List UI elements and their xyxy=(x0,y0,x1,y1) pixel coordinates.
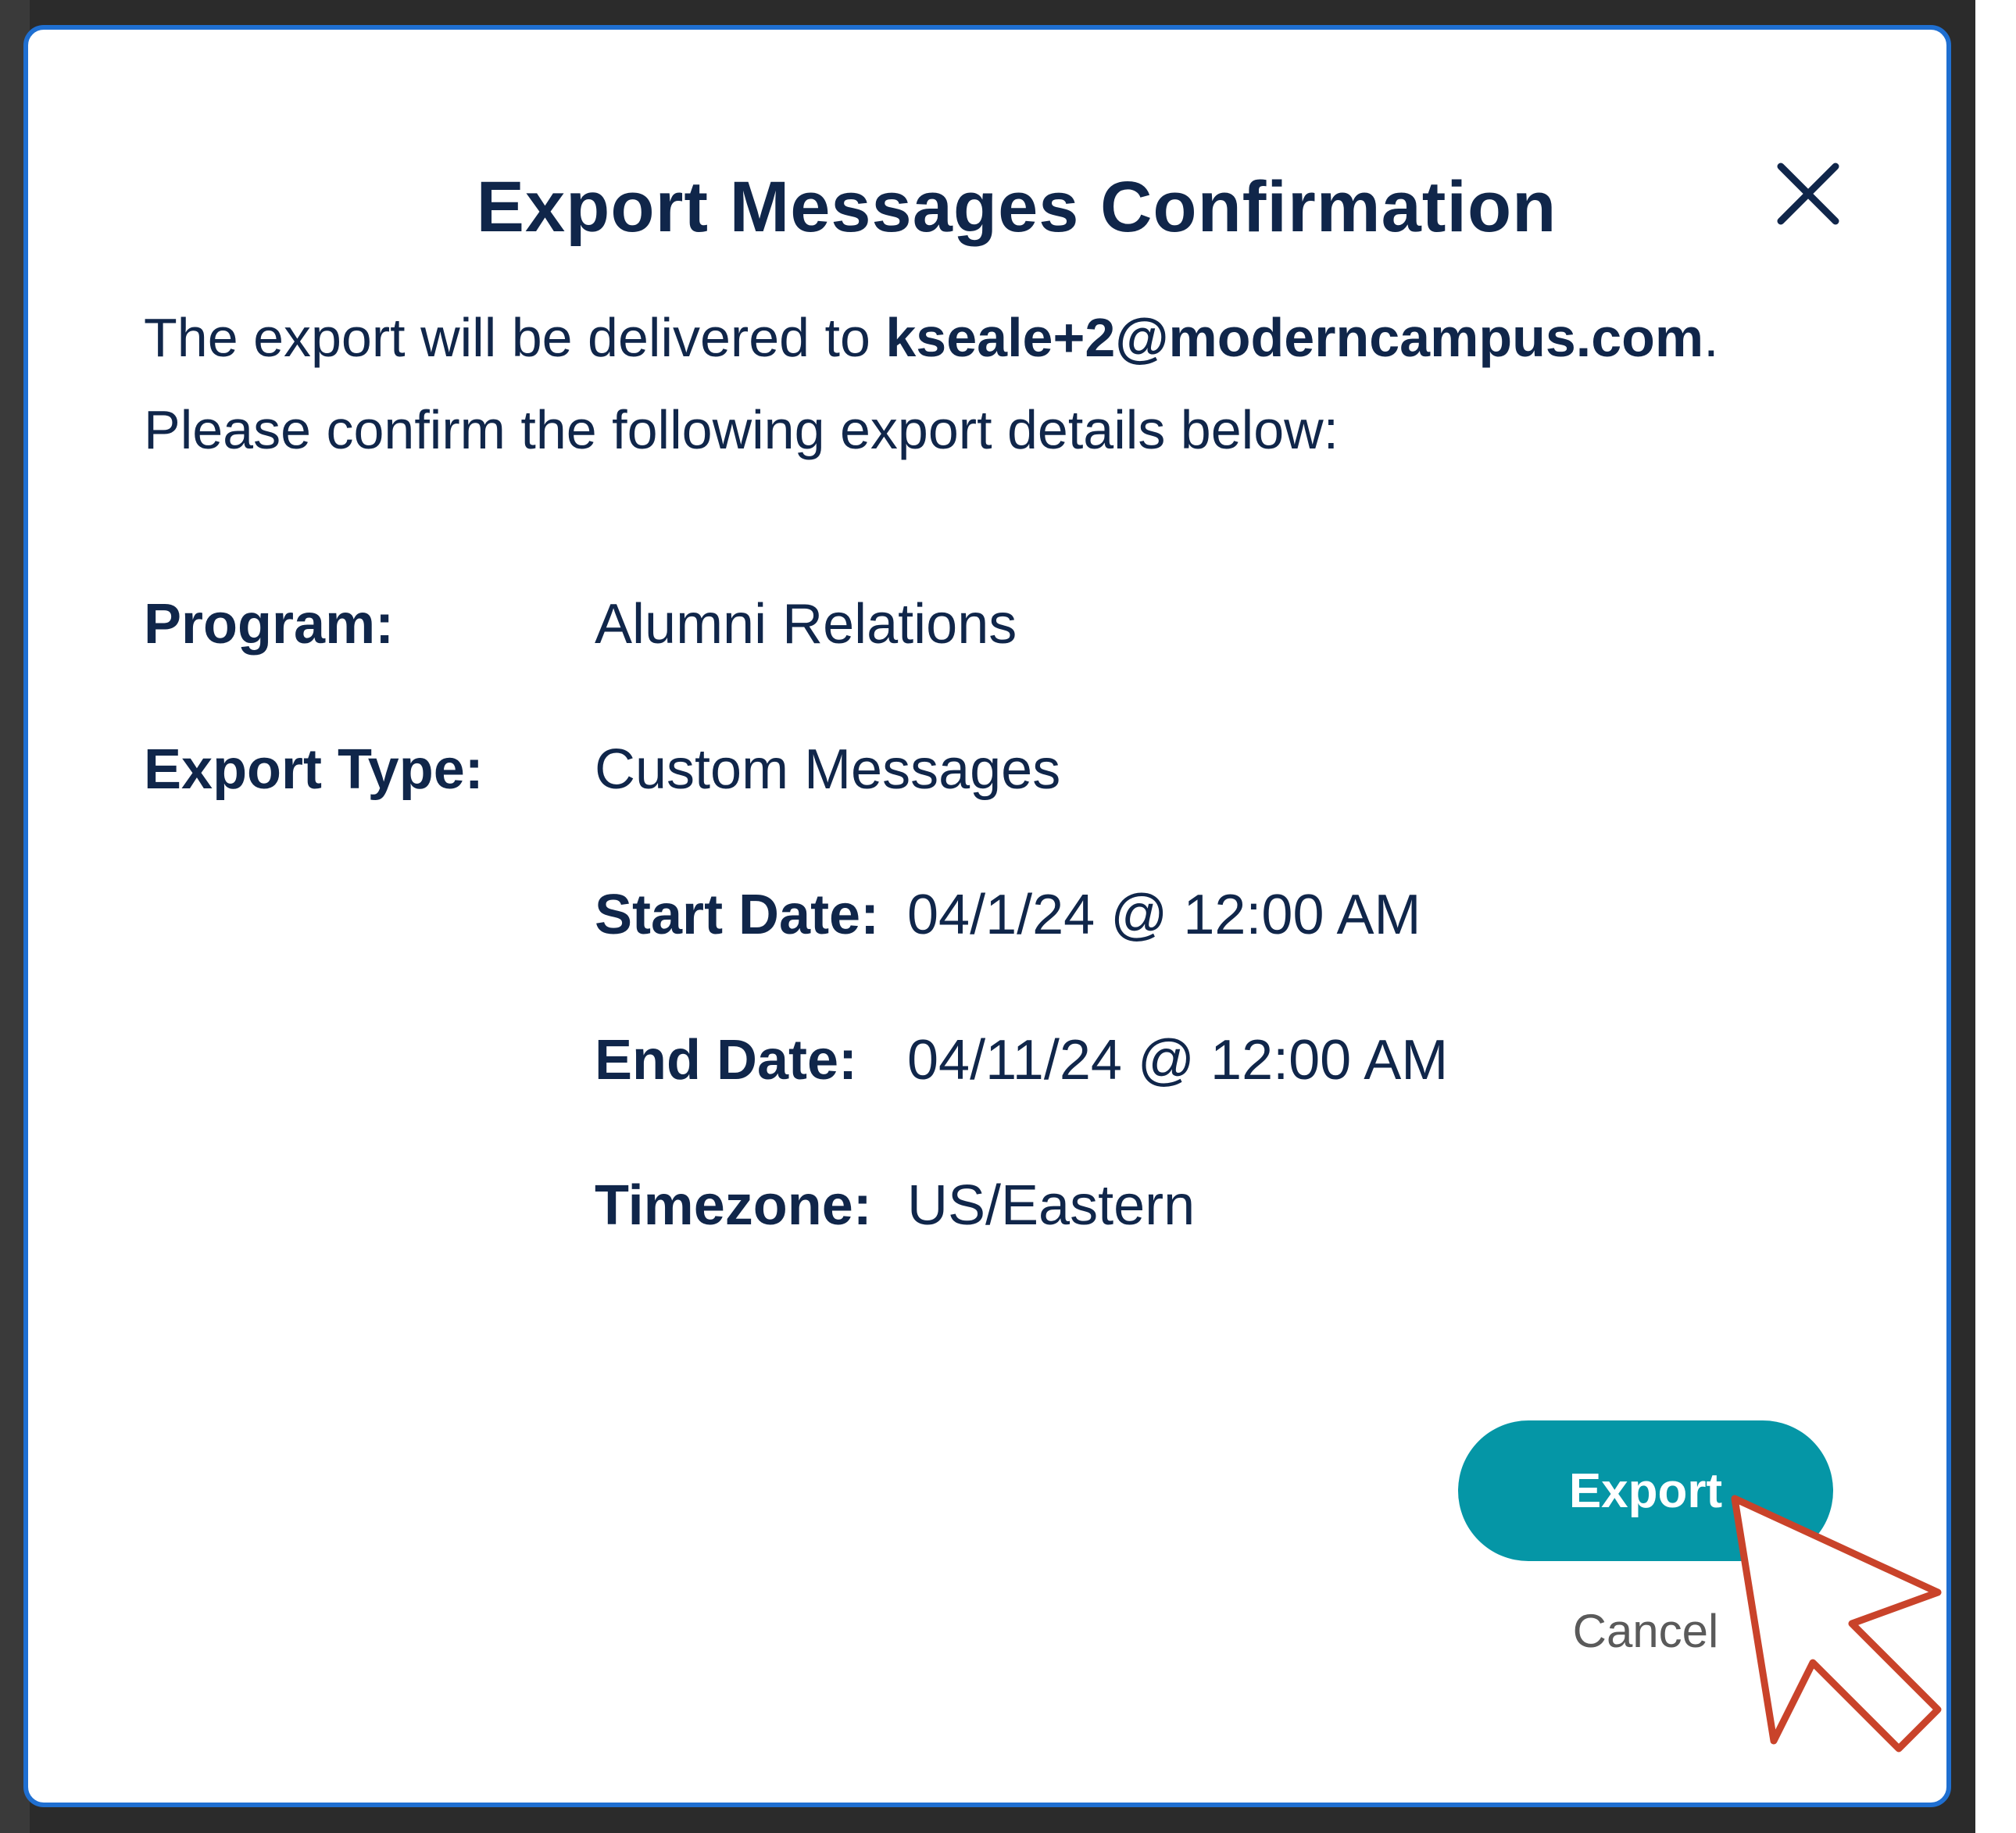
start-date-label: Start Date: xyxy=(595,884,880,946)
export-type-value: Custom Messages xyxy=(595,738,1061,801)
close-button[interactable] xyxy=(1761,147,1855,241)
recipient-email: kseale+2@moderncampus.com xyxy=(885,307,1704,368)
export-button[interactable]: Export xyxy=(1458,1420,1833,1561)
timezone-value: US/Eastern xyxy=(907,1174,1196,1237)
program-value: Alumni Relations xyxy=(595,593,1017,656)
intro-prefix: The export will be delivered to xyxy=(144,307,886,368)
start-date-value: 04/1/24 @ 12:00 AM xyxy=(907,884,1421,946)
export-confirmation-modal: Export Messages Confirmation The export … xyxy=(23,25,1951,1807)
end-date-value: 04/11/24 @ 12:00 AM xyxy=(907,1029,1449,1092)
export-type-label: Export Type: xyxy=(144,738,484,801)
intro-suffix: . xyxy=(1703,307,1719,368)
intro-text: The export will be delivered to kseale+2… xyxy=(144,291,1925,476)
intro-line-2: Please confirm the following export deta… xyxy=(144,399,1339,460)
end-date-label: End Date: xyxy=(595,1029,858,1092)
program-label: Program: xyxy=(144,593,395,656)
intro-line-1: The export will be delivered to kseale+2… xyxy=(144,291,1925,384)
close-icon xyxy=(1777,163,1839,225)
cancel-link[interactable]: Cancel xyxy=(1560,1604,1732,1658)
timezone-label: Timezone: xyxy=(595,1174,872,1237)
modal-title: Export Messages Confirmation xyxy=(476,167,1557,247)
